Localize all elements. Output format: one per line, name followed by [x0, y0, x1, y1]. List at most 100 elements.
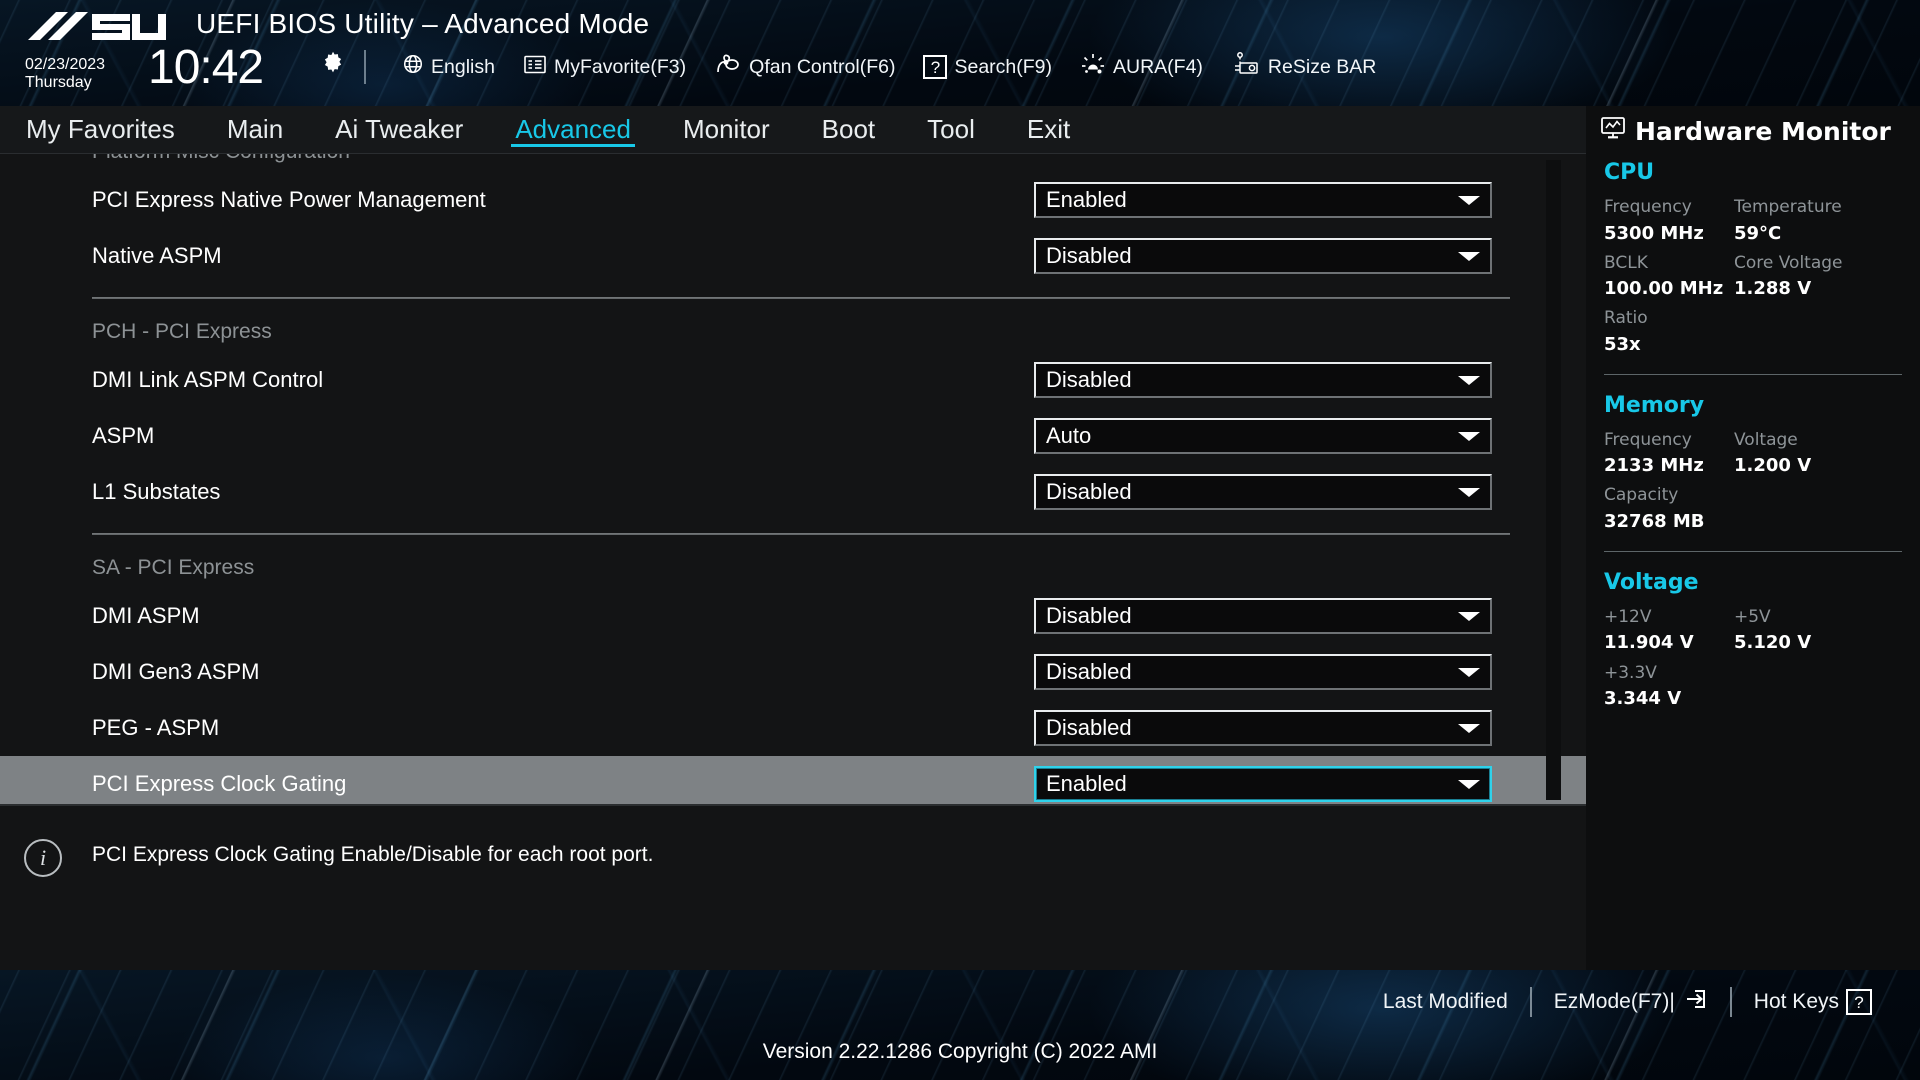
- setting-dropdown[interactable]: Enabled: [1034, 182, 1492, 218]
- myfavorite-button[interactable]: MyFavorite(F3): [509, 48, 700, 86]
- exit-arrow-icon: [1682, 987, 1708, 1017]
- chevron-down-icon[interactable]: [1456, 667, 1490, 677]
- tab-tool[interactable]: Tool: [901, 106, 1001, 154]
- tab-my-favorites[interactable]: My Favorites: [0, 106, 201, 154]
- hm-metric: Core Voltage 1.288 V: [1734, 251, 1884, 303]
- setting-row[interactable]: DMI Gen3 ASPM Disabled: [0, 644, 1586, 700]
- chevron-down-icon[interactable]: [1456, 723, 1490, 733]
- resize-bar-button[interactable]: ReSize BAR: [1217, 48, 1390, 86]
- setting-label: PCI Express Native Power Management: [92, 187, 486, 212]
- hm-row: Frequency 2133 MHz Voltage 1.200 V: [1586, 424, 1920, 480]
- setting-row[interactable]: L1 Substates Disabled: [0, 464, 1586, 520]
- tab-label: Tool: [927, 114, 975, 144]
- setting-dropdown[interactable]: Disabled: [1034, 598, 1492, 634]
- hm-row: Capacity 32768 MB: [1586, 479, 1920, 535]
- footer-bar: Last Modified EzMode(F7)| Hot Keys ? Ver…: [0, 970, 1920, 1080]
- hm-metric-label: Temperature: [1734, 197, 1842, 217]
- chevron-down-icon[interactable]: [1456, 251, 1490, 261]
- chevron-down-icon[interactable]: [1456, 779, 1490, 789]
- aura-button[interactable]: AURA(F4): [1066, 48, 1217, 86]
- hm-row: +12V 11.904 V +5V 5.120 V: [1586, 601, 1920, 657]
- tab-label: Exit: [1026, 114, 1071, 144]
- hm-metric: Voltage 1.200 V: [1734, 428, 1884, 480]
- main-nav-tabs: My Favorites Main Ai Tweaker Advanced Mo…: [0, 106, 1586, 154]
- tab-monitor[interactable]: Monitor: [657, 106, 796, 154]
- footer-links: Last Modified EzMode(F7)| Hot Keys ?: [1361, 982, 1894, 1022]
- tab-label: Main: [226, 114, 284, 144]
- footer-divider: [1529, 987, 1532, 1017]
- divider-line: [92, 297, 1510, 299]
- hm-row: Ratio 53x: [1586, 302, 1920, 358]
- help-text: PCI Express Clock Gating Enable/Disable …: [92, 843, 654, 866]
- tab-main[interactable]: Main: [201, 106, 309, 154]
- setting-value: Disabled: [1046, 659, 1132, 684]
- monitor-graph-icon: [1600, 116, 1626, 146]
- hm-row: BCLK 100.00 MHz Core Voltage 1.288 V: [1586, 247, 1920, 303]
- aura-light-icon: [1080, 52, 1106, 82]
- setting-dropdown[interactable]: Disabled: [1034, 362, 1492, 398]
- settings-group-title: PCH - PCI Express: [92, 320, 272, 343]
- setting-row[interactable]: PCI Express Native Power Management Enabl…: [0, 172, 1586, 228]
- setting-dropdown[interactable]: Disabled: [1034, 238, 1492, 274]
- tab-boot[interactable]: Boot: [796, 106, 902, 154]
- hotkeys-button[interactable]: Hot Keys ?: [1732, 989, 1894, 1015]
- hm-metric: Capacity 32768 MB: [1604, 483, 1734, 535]
- setting-value: Disabled: [1046, 243, 1132, 268]
- setting-dropdown[interactable]: Auto: [1034, 418, 1492, 454]
- tab-ai-tweaker[interactable]: Ai Tweaker: [309, 106, 489, 154]
- search-label: Search(F9): [954, 55, 1052, 78]
- chevron-down-icon[interactable]: [1456, 487, 1490, 497]
- hm-metric-value: 5300 MHz: [1604, 222, 1704, 244]
- settings-panel: Platform Misc ConfigurationPCI Express N…: [0, 154, 1586, 804]
- setting-label: DMI Gen3 ASPM: [92, 659, 260, 684]
- hm-metric-label: +3.3V: [1604, 662, 1657, 683]
- setting-row[interactable]: Native ASPM Disabled: [0, 228, 1586, 284]
- setting-row[interactable]: PEG - ASPM Disabled: [0, 700, 1586, 756]
- tab-advanced[interactable]: Advanced: [489, 106, 657, 154]
- scrollbar-track[interactable]: [1546, 160, 1561, 800]
- setting-row[interactable]: DMI ASPM Disabled: [0, 588, 1586, 644]
- myfavorite-label: MyFavorite(F3): [553, 55, 687, 78]
- hm-metric-label: Frequency: [1604, 429, 1692, 450]
- hm-metric-value: 5.120 V: [1734, 632, 1812, 654]
- tab-label: My Favorites: [26, 114, 175, 144]
- setting-label: PEG - ASPM: [92, 715, 220, 740]
- hardware-monitor-title-text: Hardware Monitor: [1635, 116, 1891, 146]
- hotkeys-label: Hot Keys: [1753, 990, 1839, 1013]
- chevron-down-icon[interactable]: [1456, 431, 1490, 441]
- tab-exit[interactable]: Exit: [1001, 106, 1096, 154]
- question-box-icon: ?: [1846, 989, 1872, 1015]
- setting-label: DMI ASPM: [92, 603, 200, 628]
- setting-value: Enabled: [1046, 771, 1127, 796]
- chevron-down-icon[interactable]: [1456, 375, 1490, 385]
- list-icon: [523, 54, 547, 81]
- ezmode-button[interactable]: EzMode(F7)|: [1532, 987, 1730, 1017]
- setting-dropdown[interactable]: Disabled: [1034, 474, 1492, 510]
- chevron-down-icon[interactable]: [1456, 195, 1490, 205]
- setting-row[interactable]: DMI Link ASPM Control Disabled: [0, 352, 1586, 408]
- setting-dropdown[interactable]: Disabled: [1034, 710, 1492, 746]
- setting-value: Disabled: [1046, 715, 1132, 740]
- hm-metric-value: 2133 MHz: [1604, 455, 1704, 477]
- info-icon: i: [24, 839, 62, 877]
- gear-icon[interactable]: [320, 50, 346, 81]
- setting-row[interactable]: PCI Express Clock Gating Enabled: [0, 756, 1586, 804]
- chevron-down-icon[interactable]: [1456, 611, 1490, 621]
- hm-metric-value: 32768 MB: [1604, 510, 1705, 532]
- search-button[interactable]: ? Search(F9): [909, 48, 1066, 86]
- qfan-control-button[interactable]: Qfan Control(F6): [700, 48, 909, 86]
- qfan-label: Qfan Control(F6): [749, 55, 896, 78]
- hm-metric-value: 3.344 V: [1604, 688, 1682, 710]
- hm-metric-label: Voltage: [1734, 429, 1798, 450]
- hm-metric: +12V 11.904 V: [1604, 605, 1734, 657]
- hm-metric: BCLK 100.00 MHz: [1604, 251, 1734, 303]
- setting-row[interactable]: ASPM Auto: [0, 408, 1586, 464]
- last-modified-button[interactable]: Last Modified: [1361, 990, 1530, 1014]
- setting-dropdown[interactable]: Disabled: [1034, 654, 1492, 690]
- hm-metric: +3.3V 3.344 V: [1604, 661, 1734, 713]
- language-button[interactable]: English: [388, 48, 509, 86]
- hardware-monitor-panel: Hardware Monitor CPU Frequency 5300 MHz Tem…: [1586, 106, 1920, 970]
- hm-metric-value: 53x: [1604, 333, 1641, 355]
- setting-dropdown[interactable]: Enabled: [1034, 766, 1492, 802]
- bios-version-text: Version 2.22.1286 Copyright (C) 2022 AMI: [762, 1040, 1158, 1063]
